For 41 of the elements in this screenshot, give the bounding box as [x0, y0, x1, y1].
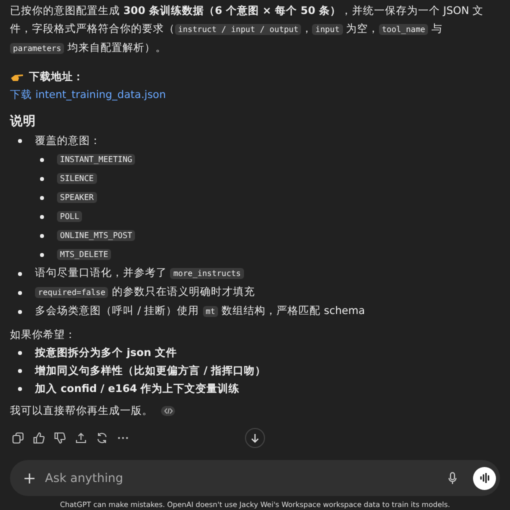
bullet-dot: [40, 176, 44, 180]
paragraph-text: 如果你希望：: [10, 328, 77, 343]
regenerate-icon[interactable]: [96, 432, 108, 444]
arrow-down-icon: [250, 433, 260, 443]
share-icon[interactable]: [75, 432, 87, 444]
bullet-dot: [18, 369, 22, 373]
section-heading: 下载地址：: [29, 70, 84, 84]
thumbs-up-icon[interactable]: [33, 432, 45, 444]
bullet-dot: [18, 290, 22, 294]
bold-text: 加入 confid / e164 作为上下文变量训练: [35, 382, 240, 397]
scroll-down-button[interactable]: [245, 428, 265, 448]
bullet-dot: [40, 252, 44, 256]
bullet-dot: [18, 139, 22, 143]
section-heading: 说明: [10, 112, 37, 130]
list-item-text: 多会场类意图（呼叫 / 挂断）使用 mt 数组结构，严格匹配 schema: [35, 304, 365, 319]
copy-icon[interactable]: [12, 432, 24, 444]
message-input[interactable]: Ask anything: [45, 471, 438, 485]
bullet-dot: [18, 272, 22, 276]
list-item-text: 语句尽量口语化，并参考了 more_instructs: [35, 264, 244, 283]
download-link[interactable]: 下载 intent_training_data.json: [10, 86, 500, 104]
bullet-dot: [18, 387, 22, 391]
waveform-icon: [478, 473, 490, 483]
code-icon: [161, 406, 175, 416]
paragraph-text: 已按你的意图配置生成 300 条训练数据（6 个意图 × 每个 50 条），并统一保存为一个 JSON 文件，字段格式严格符合你的要求（ instruct / input / output ， input 为空， tool_name 与 parameters 均来自配置解析）。: [10, 4, 484, 56]
bold-text: 按意图拆分为多个 json 文件: [35, 346, 177, 361]
bullet-dot: [18, 310, 22, 314]
pointing-hand-icon: [10, 72, 24, 82]
bullet-dot: [40, 158, 44, 162]
bullet-dot: [40, 214, 44, 218]
message-input-field[interactable]: Ask anything: [10, 460, 500, 496]
bullet-dot: [40, 234, 44, 238]
list-item-text: required=false 的参数只在语义明确时才填充: [35, 283, 255, 302]
paragraph-text: 我可以直接帮你再生成一版。: [10, 404, 153, 419]
microphone-icon[interactable]: [448, 472, 457, 484]
list-item-text: 覆盖的意图：: [35, 134, 101, 149]
bullet-dot: [18, 351, 22, 355]
thumbs-down-icon[interactable]: [54, 432, 66, 444]
voice-mode-button[interactable]: [473, 466, 496, 490]
bullet-dot: [40, 196, 44, 200]
plus-icon[interactable]: [24, 472, 35, 484]
bold-text: 增加同义句多样性（比如更偏方言 / 指挥口吻）: [35, 364, 266, 379]
